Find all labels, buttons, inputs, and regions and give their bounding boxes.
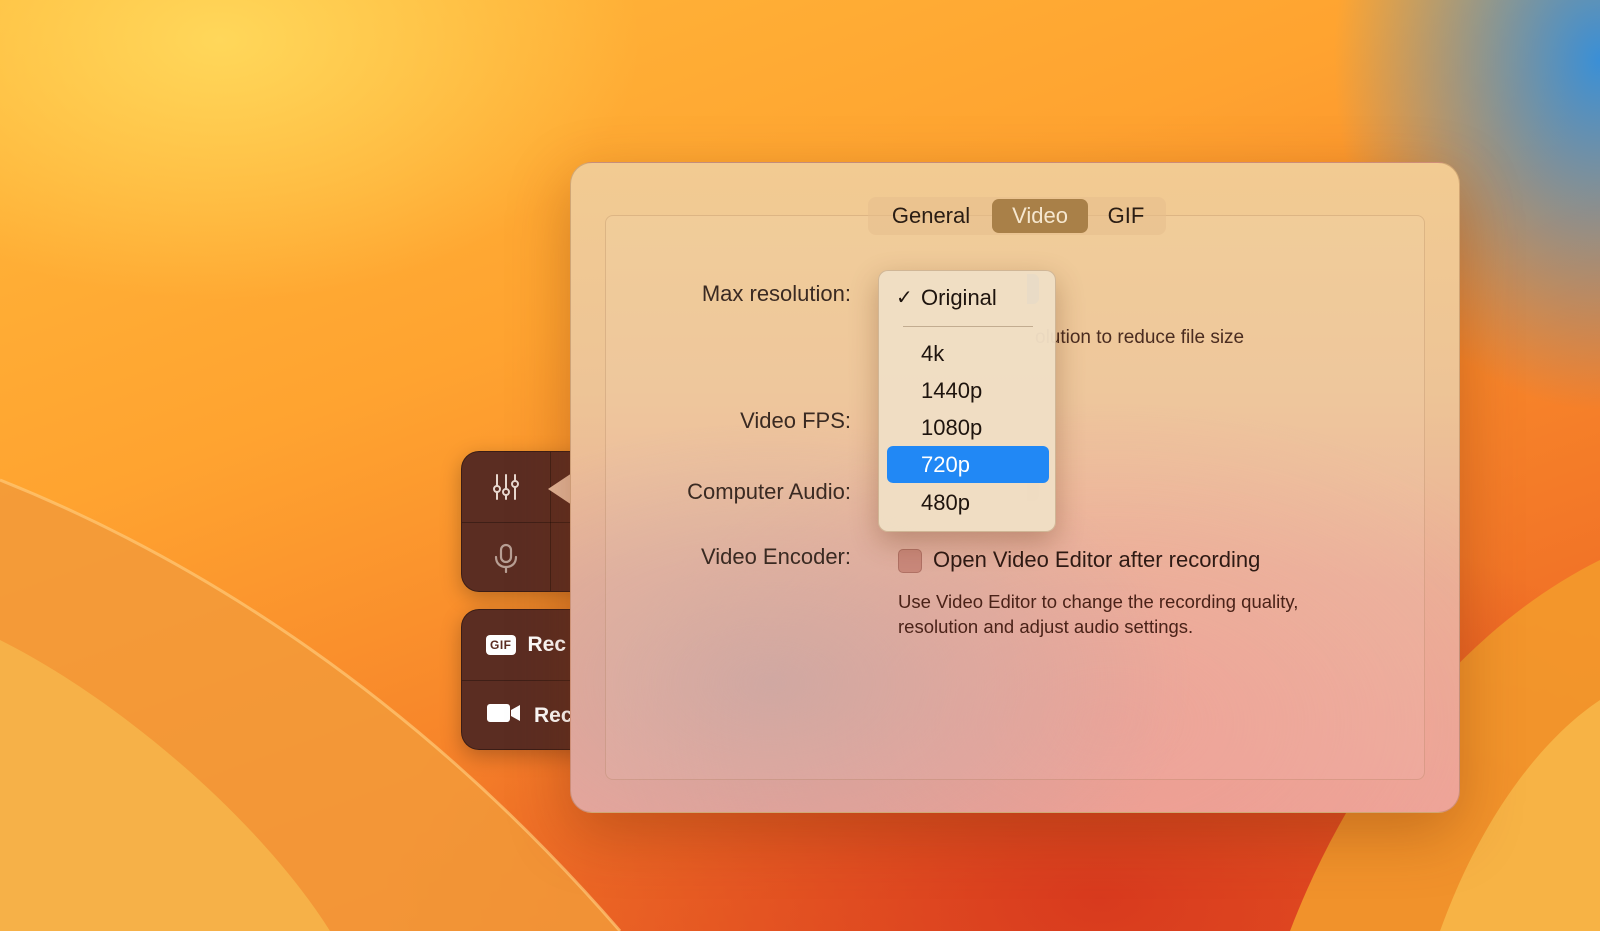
computer-audio-label: Computer Audio: bbox=[687, 479, 851, 504]
open-video-editor-label[interactable]: Open Video Editor after recording bbox=[933, 547, 1260, 573]
menu-item-1080p[interactable]: 1080p bbox=[887, 409, 1049, 446]
record-gif-label: Rec bbox=[527, 633, 567, 656]
menu-item-720p[interactable]: 720p bbox=[887, 446, 1049, 483]
tab-video[interactable]: Video bbox=[992, 199, 1088, 233]
popover-arrow bbox=[548, 473, 572, 505]
menu-item-label: 720p bbox=[921, 451, 970, 477]
menu-item-label: 1440p bbox=[921, 377, 983, 403]
gif-icon: GIF bbox=[486, 635, 516, 655]
video-encoder-label: Video Encoder: bbox=[700, 544, 851, 569]
record-video-label: Rec bbox=[534, 703, 573, 727]
checkmark-icon: ✓ bbox=[896, 287, 913, 309]
open-video-editor-checkbox[interactable] bbox=[898, 549, 922, 573]
menu-item-label: Original bbox=[921, 284, 997, 310]
menu-item-label: 1080p bbox=[921, 414, 983, 440]
menu-item-label: 4k bbox=[921, 340, 945, 366]
video-fps-label: Video FPS: bbox=[740, 408, 851, 433]
menu-item-1440p[interactable]: 1440p bbox=[887, 372, 1049, 409]
tab-gif[interactable]: GIF bbox=[1088, 199, 1164, 233]
microphone-icon[interactable] bbox=[462, 543, 550, 573]
max-resolution-hint: olution to reduce file size bbox=[1035, 327, 1245, 348]
menu-item-label: 480p bbox=[921, 489, 970, 515]
max-resolution-label: Max resolution: bbox=[701, 281, 851, 306]
max-resolution-menu: ✓ Original 4k 1440p 1080p 720p 480p bbox=[878, 270, 1056, 532]
settings-tabs: General Video GIF bbox=[868, 197, 1166, 235]
sliders-icon[interactable] bbox=[462, 472, 550, 502]
video-editor-description: Use Video Editor to change the recording… bbox=[898, 591, 1299, 637]
menu-separator bbox=[903, 326, 1033, 327]
menu-item-480p[interactable]: 480p bbox=[887, 484, 1049, 521]
video-camera-icon bbox=[486, 702, 522, 729]
menu-item-4k[interactable]: 4k bbox=[887, 335, 1049, 372]
tab-general[interactable]: General bbox=[870, 199, 992, 233]
menu-item-original[interactable]: ✓ Original bbox=[887, 279, 1049, 316]
